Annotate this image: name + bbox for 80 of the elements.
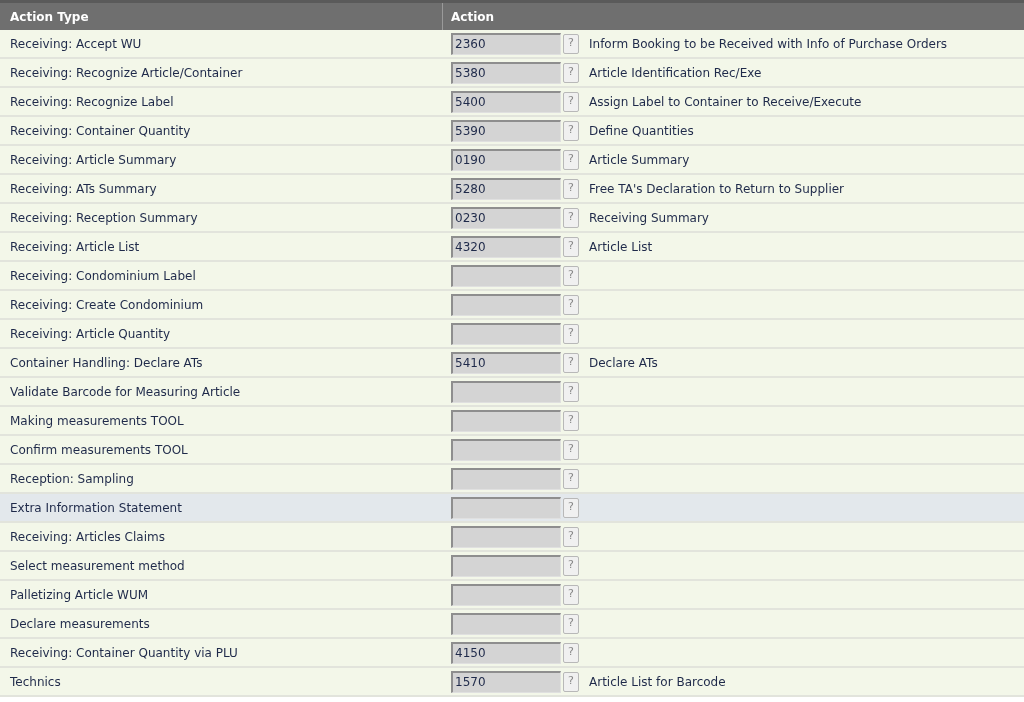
table-row[interactable]: Declare measurements ? xyxy=(0,610,1024,639)
table-row[interactable]: Receiving: Recognize Article/Container 5380 ? Article Identification Rec/Exe xyxy=(0,59,1024,88)
table-row[interactable]: Container Handling: Declare ATs 5410 ? Declare ATs xyxy=(0,349,1024,378)
action-description: Assign Label to Container to Receive/Execute xyxy=(589,93,862,111)
action-code-field[interactable] xyxy=(451,583,561,606)
table-row[interactable]: Select measurement method ? xyxy=(0,552,1024,581)
action-type-cell-text: Receiving: Create Condominium xyxy=(10,296,204,314)
action-type-cell-text: Receiving: Accept WU xyxy=(10,35,142,53)
action-type-cell-text: Palletizing Article WUM xyxy=(10,586,149,604)
action-code-field[interactable] xyxy=(451,264,561,287)
action-code-field[interactable]: 4320 xyxy=(451,235,561,258)
table-row[interactable]: Receiving: Accept WU 2360 ? Inform Booking to be Received with Info of Purchase Orders xyxy=(0,30,1024,59)
action-type-cell-text: Receiving: Reception Summary xyxy=(10,209,198,227)
action-description: Free TA's Declaration to Return to Supplier xyxy=(589,180,845,198)
action-type-cell-text: Technics xyxy=(10,673,61,691)
table-row[interactable]: Receiving: Articles Claims ? xyxy=(0,523,1024,552)
action-description: Declare ATs xyxy=(589,354,658,372)
action-code-field[interactable]: 2360 xyxy=(451,32,561,55)
action-code-field[interactable]: 5400 xyxy=(451,90,561,113)
action-code-field[interactable] xyxy=(451,380,561,403)
table-row[interactable]: Reception: Sampling ? xyxy=(0,465,1024,494)
action-description: Article List for Barcode xyxy=(589,673,726,691)
action-code-field[interactable]: 5380 xyxy=(451,61,561,84)
action-code-field[interactable]: 1570 xyxy=(451,670,561,693)
table-row[interactable]: Receiving: ATs Summary 5280 ? Free TA's Declaration to Return to Supplier xyxy=(0,175,1024,204)
column-header: Action xyxy=(450,8,496,26)
action-type-cell-text: Receiving: Container Quantity via PLU xyxy=(10,644,238,662)
action-code-field[interactable] xyxy=(451,293,561,316)
action-type-cell-text: Container Handling: Declare ATs xyxy=(10,354,203,372)
action-type-cell-text: Receiving: Article Summary xyxy=(10,151,177,169)
action-description: Define Quantities xyxy=(589,122,694,140)
action-description: Receiving Summary xyxy=(589,209,709,227)
table-row[interactable]: Palletizing Article WUM ? xyxy=(0,581,1024,610)
table-row[interactable]: Confirm measurements TOOL ? xyxy=(0,436,1024,465)
table-row[interactable]: Receiving: Reception Summary 0230 ? Receiving Summary xyxy=(0,204,1024,233)
action-code-field[interactable]: 4150 xyxy=(451,641,561,664)
table-row[interactable]: Receiving: Container Quantity via PLU 4150 ? xyxy=(0,639,1024,668)
table-row[interactable]: Technics 1570 ? Article List for Barcode xyxy=(0,668,1024,697)
action-type-cell-text: Receiving: Article List xyxy=(10,238,140,256)
table-row[interactable]: Validate Barcode for Measuring Article ? xyxy=(0,378,1024,407)
action-type-cell-text: Receiving: Article Quantity xyxy=(10,325,171,343)
table-row[interactable]: Receiving: Create Condominium ? xyxy=(0,291,1024,320)
action-type-cell-text: Receiving: Container Quantity xyxy=(10,122,191,140)
action-description: Article List xyxy=(589,238,653,256)
action-code-field[interactable] xyxy=(451,438,561,461)
table-row[interactable]: Receiving: Condominium Label ? xyxy=(0,262,1024,291)
table-row[interactable]: Receiving: Article Summary 0190 ? Article Summary xyxy=(0,146,1024,175)
action-type-cell-text: Extra Information Statement xyxy=(10,499,182,517)
action-type-cell-text: Validate Barcode for Measuring Article xyxy=(10,383,241,401)
action-type-cell-text: Receiving: Articles Claims xyxy=(10,528,165,546)
action-type-cell-text: Receiving: Recognize Label xyxy=(10,93,174,111)
action-code-field[interactable] xyxy=(451,554,561,577)
table-row[interactable]: Receiving: Article Quantity ? xyxy=(0,320,1024,349)
action-type-cell-text: Select measurement method xyxy=(10,557,185,575)
action-code-field[interactable] xyxy=(451,467,561,490)
action-description: Article Identification Rec/Exe xyxy=(589,64,762,82)
table-row[interactable]: Receiving: Article List 4320 ? Article List xyxy=(0,233,1024,262)
table-row[interactable]: Receiving: Container Quantity 5390 ? Define Quantities xyxy=(0,117,1024,146)
action-code-field[interactable]: 5410 xyxy=(451,351,561,374)
action-code-field[interactable] xyxy=(451,409,561,432)
action-code-field[interactable]: 0230 xyxy=(451,206,561,229)
action-type-cell-text: Receiving: ATs Summary xyxy=(10,180,157,198)
action-type-cell-text: Declare measurements xyxy=(10,615,150,633)
action-code-field[interactable]: 5390 xyxy=(451,119,561,142)
action-code-field[interactable] xyxy=(451,322,561,345)
action-code-field[interactable] xyxy=(451,525,561,548)
action-code-field[interactable]: 0190 xyxy=(451,148,561,171)
action-type-cell-text: Receiving: Condominium Label xyxy=(10,267,196,285)
table-row[interactable]: Making measurements TOOL ? xyxy=(0,407,1024,436)
table-row[interactable]: Receiving: Recognize Label 5400 ? Assign Label to Container to Receive/Execute xyxy=(0,88,1024,117)
action-type-cell-text: Receiving: Recognize Article/Container xyxy=(10,64,243,82)
action-type-cell-text: Reception: Sampling xyxy=(10,470,134,488)
action-code-field[interactable] xyxy=(451,496,561,519)
action-type-cell-text: Making measurements TOOL xyxy=(10,412,184,430)
table-row[interactable]: Extra Information Statement ? xyxy=(0,494,1024,523)
action-code-field[interactable] xyxy=(451,612,561,635)
action-description: Article Summary xyxy=(589,151,690,169)
action-code-field[interactable]: 5280 xyxy=(451,177,561,200)
action-description: Inform Booking to be Received with Info of Purchase Orders xyxy=(589,35,948,53)
action-type-cell-text: Confirm measurements TOOL xyxy=(10,441,188,459)
